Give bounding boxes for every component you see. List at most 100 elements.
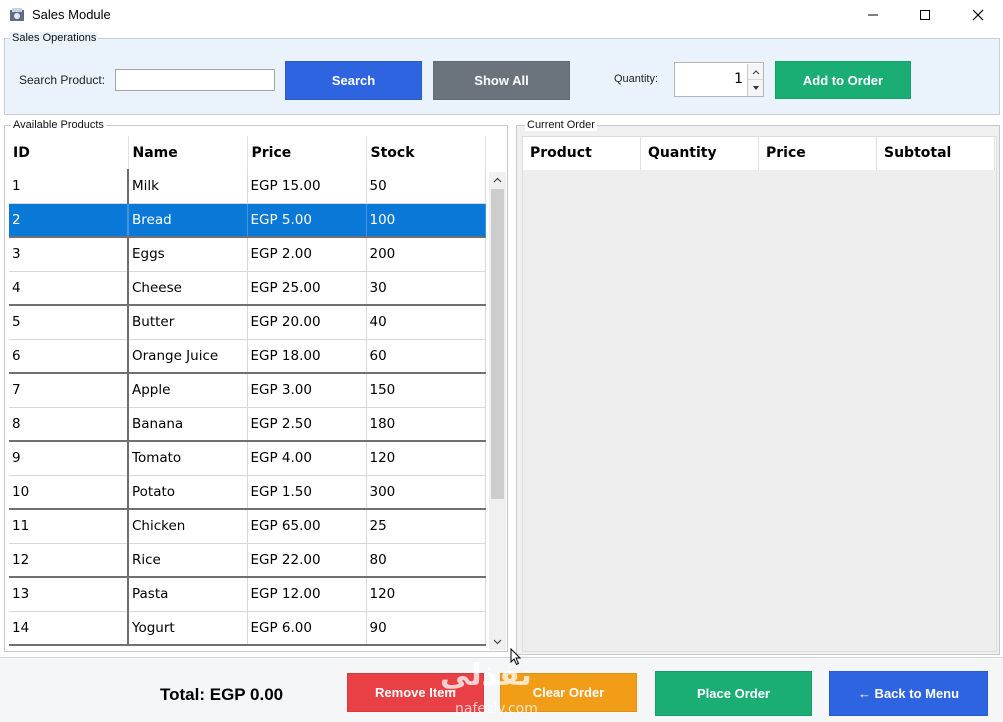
cell-id[interactable]: 3 xyxy=(9,237,129,272)
cell-name[interactable]: Tomato xyxy=(127,441,248,476)
table-row[interactable]: 7 Apple EGP 3.00 150 xyxy=(9,373,486,408)
cell-name[interactable]: Chicken xyxy=(127,509,248,544)
table-row[interactable]: 8 Banana EGP 2.50 180 xyxy=(9,407,486,442)
cell-id[interactable]: 7 xyxy=(9,373,129,408)
cell-price[interactable]: EGP 6.00 xyxy=(247,611,367,646)
cell-name[interactable]: Pasta xyxy=(127,577,248,612)
cell-stock[interactable]: 300 xyxy=(366,475,486,510)
cell-stock[interactable]: 100 xyxy=(366,203,486,238)
cell-stock[interactable]: 200 xyxy=(366,237,486,272)
cell-id[interactable]: 11 xyxy=(9,509,129,544)
table-row[interactable]: 2 Bread EGP 5.00 100 xyxy=(9,203,486,238)
cell-id[interactable]: 14 xyxy=(9,611,129,646)
cell-id[interactable]: 6 xyxy=(9,339,129,374)
maximize-button[interactable] xyxy=(902,0,948,30)
show-all-button[interactable]: Show All xyxy=(433,61,570,100)
cell-price[interactable]: EGP 2.00 xyxy=(247,237,367,272)
cell-stock[interactable]: 25 xyxy=(366,509,486,544)
minimize-button[interactable] xyxy=(850,0,896,30)
cell-id[interactable]: 9 xyxy=(9,441,129,476)
cell-name[interactable]: Bread xyxy=(127,203,248,238)
cell-price[interactable]: EGP 18.00 xyxy=(247,339,367,374)
cell-stock[interactable]: 180 xyxy=(366,407,486,442)
quantity-stepper[interactable]: 1 xyxy=(674,62,764,97)
cell-price[interactable]: EGP 65.00 xyxy=(247,509,367,544)
search-product-input[interactable] xyxy=(115,69,275,91)
quantity-value[interactable]: 1 xyxy=(734,71,743,87)
quantity-increment-button[interactable] xyxy=(747,64,763,80)
table-row[interactable]: 3 Eggs EGP 2.00 200 xyxy=(9,237,486,272)
cell-price[interactable]: EGP 3.00 xyxy=(247,373,367,408)
cell-name[interactable]: Rice xyxy=(127,543,248,578)
cell-id[interactable]: 5 xyxy=(9,305,129,340)
table-row[interactable]: 6 Orange Juice EGP 18.00 60 xyxy=(9,339,486,374)
table-row[interactable]: 1 Milk EGP 15.00 50 xyxy=(9,169,486,204)
table-row[interactable]: 4 Cheese EGP 25.00 30 xyxy=(9,271,486,306)
cell-price[interactable]: EGP 1.50 xyxy=(247,475,367,510)
cell-id[interactable]: 1 xyxy=(9,169,129,204)
cell-name[interactable]: Banana xyxy=(127,407,248,442)
cell-price[interactable]: EGP 2.50 xyxy=(247,407,367,442)
cell-stock[interactable]: 30 xyxy=(366,271,486,306)
cell-name[interactable]: Apple xyxy=(127,373,248,408)
add-to-order-button[interactable]: Add to Order xyxy=(775,61,911,99)
cell-price[interactable]: EGP 5.00 xyxy=(247,203,367,238)
scrollbar-thumb[interactable] xyxy=(491,189,504,499)
cell-name[interactable]: Eggs xyxy=(127,237,248,272)
cell-stock[interactable]: 40 xyxy=(366,305,486,340)
column-header-stock[interactable]: Stock xyxy=(366,136,486,169)
table-row[interactable]: 9 Tomato EGP 4.00 120 xyxy=(9,441,486,476)
back-to-menu-button[interactable]: ← Back to Menu xyxy=(829,671,988,716)
cell-name[interactable]: Cheese xyxy=(127,271,248,306)
place-order-button[interactable]: Place Order xyxy=(655,671,812,716)
column-header-id[interactable]: ID xyxy=(9,136,129,169)
cell-stock[interactable]: 120 xyxy=(366,441,486,476)
cell-price[interactable]: EGP 22.00 xyxy=(247,543,367,578)
cell-id[interactable]: 4 xyxy=(9,271,129,306)
cell-price[interactable]: EGP 25.00 xyxy=(247,271,367,306)
table-row[interactable]: 11 Chicken EGP 65.00 25 xyxy=(9,509,486,544)
cell-price[interactable]: EGP 15.00 xyxy=(247,169,367,204)
cell-id[interactable]: 10 xyxy=(9,475,129,510)
column-header-price[interactable]: Price xyxy=(759,137,877,170)
cell-stock[interactable]: 50 xyxy=(366,169,486,204)
column-header-price[interactable]: Price xyxy=(247,136,367,169)
table-row[interactable]: 10 Potato EGP 1.50 300 xyxy=(9,475,486,510)
cell-stock[interactable]: 60 xyxy=(366,339,486,374)
scroll-down-button[interactable] xyxy=(489,634,506,650)
products-scrollbar[interactable] xyxy=(489,172,506,650)
cell-stock[interactable]: 120 xyxy=(366,577,486,612)
cell-name[interactable]: Orange Juice xyxy=(127,339,248,374)
column-header-quantity[interactable]: Quantity xyxy=(641,137,759,170)
cell-name[interactable]: Yogurt xyxy=(127,611,248,646)
order-table[interactable]: Product Quantity Price Subtotal xyxy=(522,136,997,652)
cell-id[interactable]: 8 xyxy=(9,407,129,442)
products-table[interactable]: ID Name Price Stock 1 Milk EGP 15.00 50 2 Bre… xyxy=(9,136,486,646)
search-button[interactable]: Search xyxy=(285,61,422,100)
cell-stock[interactable]: 90 xyxy=(366,611,486,646)
table-row[interactable]: 12 Rice EGP 22.00 80 xyxy=(9,543,486,578)
remove-item-button[interactable]: Remove Item xyxy=(347,673,484,712)
scroll-up-button[interactable] xyxy=(489,172,506,188)
cell-id[interactable]: 12 xyxy=(9,543,129,578)
quantity-decrement-button[interactable] xyxy=(747,80,763,96)
app-icon xyxy=(10,8,24,21)
column-header-subtotal[interactable]: Subtotal xyxy=(877,137,995,170)
close-button[interactable] xyxy=(955,0,1001,30)
cell-price[interactable]: EGP 4.00 xyxy=(247,441,367,476)
cell-name[interactable]: Potato xyxy=(127,475,248,510)
cell-name[interactable]: Butter xyxy=(127,305,248,340)
cell-name[interactable]: Milk xyxy=(127,169,248,204)
cell-id[interactable]: 2 xyxy=(9,203,129,238)
table-row[interactable]: 14 Yogurt EGP 6.00 90 xyxy=(9,611,486,646)
column-header-product[interactable]: Product xyxy=(523,137,641,170)
cell-price[interactable]: EGP 12.00 xyxy=(247,577,367,612)
cell-stock[interactable]: 80 xyxy=(366,543,486,578)
table-row[interactable]: 5 Butter EGP 20.00 40 xyxy=(9,305,486,340)
table-row[interactable]: 13 Pasta EGP 12.00 120 xyxy=(9,577,486,612)
cell-id[interactable]: 13 xyxy=(9,577,129,612)
cell-stock[interactable]: 150 xyxy=(366,373,486,408)
clear-order-button[interactable]: Clear Order xyxy=(500,673,637,712)
column-header-name[interactable]: Name xyxy=(128,136,248,169)
cell-price[interactable]: EGP 20.00 xyxy=(247,305,367,340)
